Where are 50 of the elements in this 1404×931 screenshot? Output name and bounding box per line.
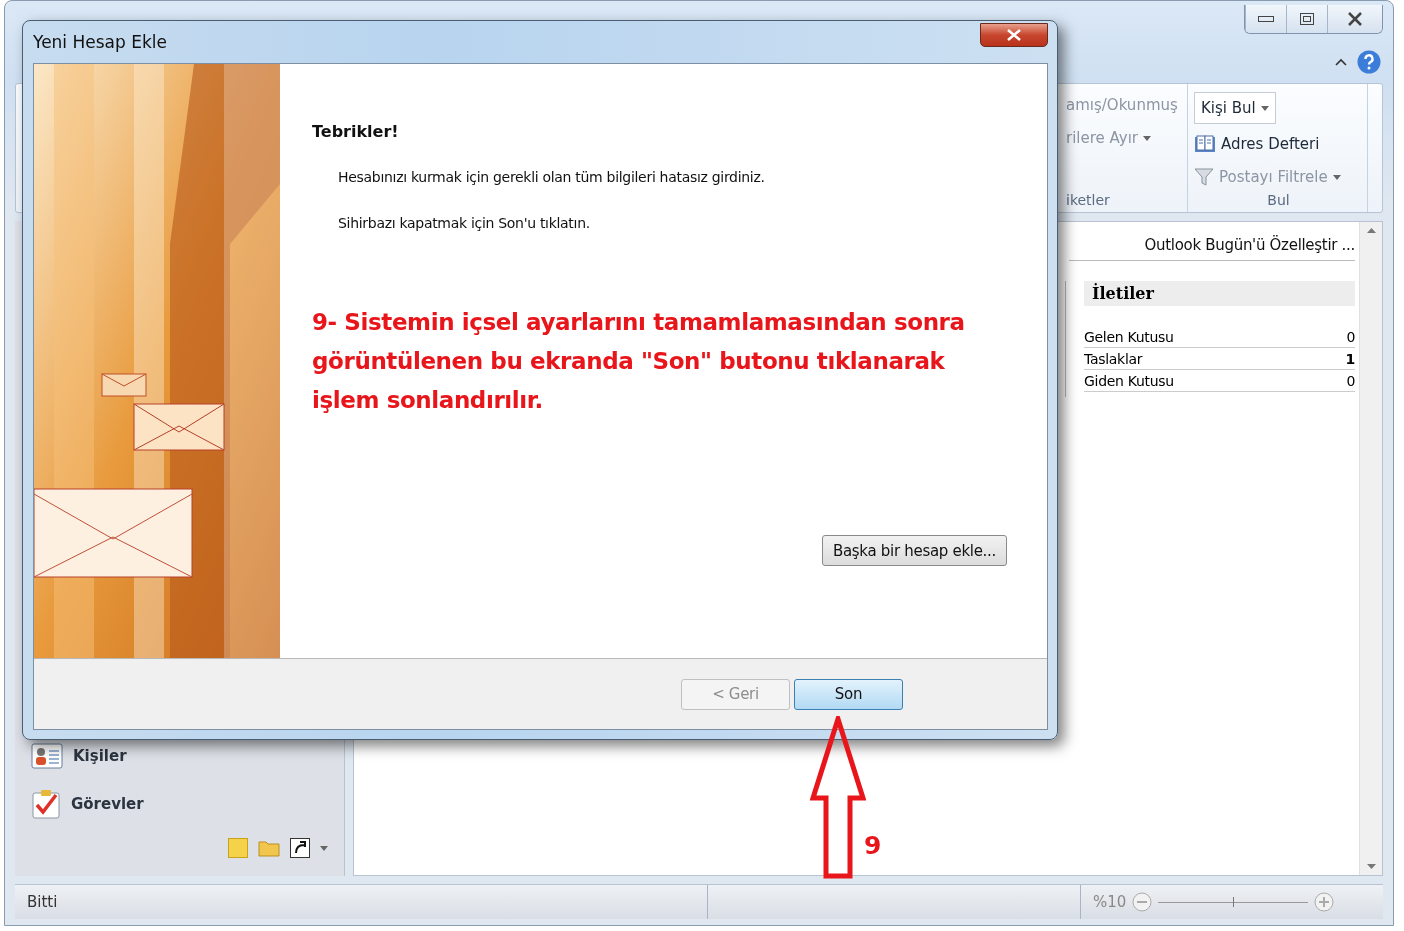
close-icon (1007, 29, 1021, 41)
status-text: Bitti (27, 893, 58, 911)
add-account-button[interactable]: Başka bir hesap ekle... (821, 535, 1007, 566)
nav-label: Kişiler (73, 747, 127, 765)
minimize-button[interactable] (1245, 5, 1286, 33)
nav-item[interactable]: Görevler (31, 780, 330, 828)
maximize-button[interactable] (1286, 5, 1327, 33)
caret-icon (320, 845, 328, 851)
caret-icon (1260, 105, 1269, 111)
close-button[interactable] (1327, 5, 1382, 33)
customize-link[interactable]: Outlook Bugün'ü Özelleştir ... (1069, 236, 1355, 261)
address-book-icon (1194, 135, 1216, 153)
message-text: Hesabınızı kurmak için gerekli olan tüm bilgileri hatasız girdiniz. (338, 169, 766, 185)
folder-name[interactable]: Taslaklar (1084, 351, 1143, 367)
funnel-icon (1194, 168, 1214, 186)
window-title: Yeni Hesap Ekle (33, 32, 167, 52)
contact-card-icon (31, 743, 63, 769)
ribbon-button[interactable]: Adres Defteri (1194, 131, 1363, 157)
collapse-ribbon-icon[interactable] (1335, 58, 1347, 66)
message-count: 1 (1345, 351, 1355, 367)
folder-name[interactable]: Giden Kutusu (1084, 373, 1174, 389)
folder-name[interactable]: Gelen Kutusu (1084, 329, 1174, 345)
clipboard-check-icon (31, 789, 61, 819)
minimize-icon (1258, 16, 1274, 22)
zoom-out-icon[interactable] (1132, 892, 1153, 912)
group-label: Bul (1266, 192, 1291, 208)
step-number: 9 (864, 831, 882, 860)
message-count: 0 (1346, 373, 1355, 389)
group-label: iketler (1066, 192, 1111, 208)
nav-item[interactable]: Kişiler (31, 732, 330, 780)
caret-icon (1332, 174, 1341, 180)
zoom-level: %10 (1093, 893, 1127, 911)
close-button[interactable] (980, 23, 1048, 47)
close-icon (1347, 12, 1363, 26)
caret-icon (1143, 135, 1152, 141)
scroll-down-icon[interactable] (1366, 864, 1376, 869)
search-field[interactable]: Kişi Bul (1194, 92, 1276, 124)
section-title: İletiler (1084, 281, 1355, 306)
scrollbar[interactable] (1359, 222, 1382, 875)
heading: Tebrikler! (312, 122, 400, 141)
annotation-text: 9- Sistemin içsel ayarlarını tamamlamasından sonra görüntülenen bu ekranda "Son" butonu tıklanarak işlem sonlandırılır. (312, 308, 966, 415)
help-icon[interactable] (1357, 50, 1381, 74)
maximize-icon (1300, 13, 1314, 25)
finish-button[interactable]: Son (794, 678, 903, 710)
nav-label: Görevler (71, 795, 144, 813)
zoom-in-icon[interactable] (1314, 892, 1335, 912)
message-count: 0 (1346, 329, 1355, 345)
scroll-up-icon[interactable] (1366, 228, 1376, 233)
message-text: Sihirbazı kapatmak için Son'u tıklatın. (338, 215, 591, 231)
shortcut-icon[interactable] (290, 838, 310, 858)
